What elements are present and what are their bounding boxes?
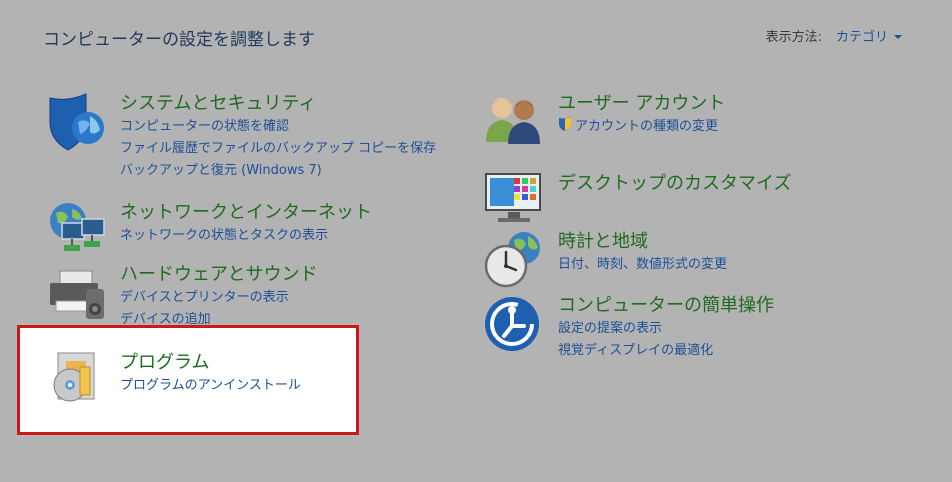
ease-of-access-title[interactable]: コンピューターの簡単操作 [558,294,774,318]
programs-icon[interactable] [46,351,110,415]
clock-region-title[interactable]: 時計と地域 [558,230,727,254]
uac-shield-icon [558,116,572,140]
link-uninstall-program[interactable]: プログラムのアンインストール [120,375,301,397]
ease-of-access-icon[interactable] [484,294,548,358]
hardware-sound-title[interactable]: ハードウェアとサウンド [120,263,318,287]
link-backup-restore[interactable]: バックアップと復元 (Windows 7) [120,160,436,182]
page-title: コンピューターの設定を調整します [43,30,315,50]
view-by-control: 表示方法: カテゴリ [766,26,902,45]
link-file-history[interactable]: ファイル履歴でファイルのバックアップ コピーを保存 [120,138,436,160]
desktop-icon[interactable] [484,172,548,236]
link-change-date-time-format[interactable]: 日付、時刻、数値形式の変更 [558,254,727,276]
user-accounts-title[interactable]: ユーザー アカウント [558,92,725,116]
link-network-status[interactable]: ネットワークの状態とタスクの表示 [120,225,372,247]
network-internet-title[interactable]: ネットワークとインターネット [120,201,372,225]
clock-globe-icon[interactable] [484,230,548,294]
link-suggested-settings[interactable]: 設定の提案の表示 [558,318,774,340]
link-change-account-type-text: アカウントの種類の変更 [575,119,719,134]
network-icon[interactable] [46,201,110,265]
link-devices-printers[interactable]: デバイスとプリンターの表示 [120,287,318,309]
desktop-customization-title[interactable]: デスクトップのカスタマイズ [558,172,791,196]
link-optimize-display[interactable]: 視覚ディスプレイの最適化 [558,340,774,362]
printer-icon[interactable] [46,263,110,327]
link-change-account-type[interactable]: アカウントの種類の変更 [558,116,725,140]
view-by-dropdown[interactable]: カテゴリ [836,26,888,45]
chevron-down-icon[interactable] [894,34,902,39]
users-icon[interactable] [484,92,548,156]
programs-title[interactable]: プログラム [120,351,301,375]
shield-icon[interactable] [46,92,110,156]
link-check-status[interactable]: コンピューターの状態を確認 [120,116,436,138]
system-security-title[interactable]: システムとセキュリティ [120,92,436,116]
link-add-device[interactable]: デバイスの追加 [120,309,318,331]
view-by-label: 表示方法: [765,30,822,45]
